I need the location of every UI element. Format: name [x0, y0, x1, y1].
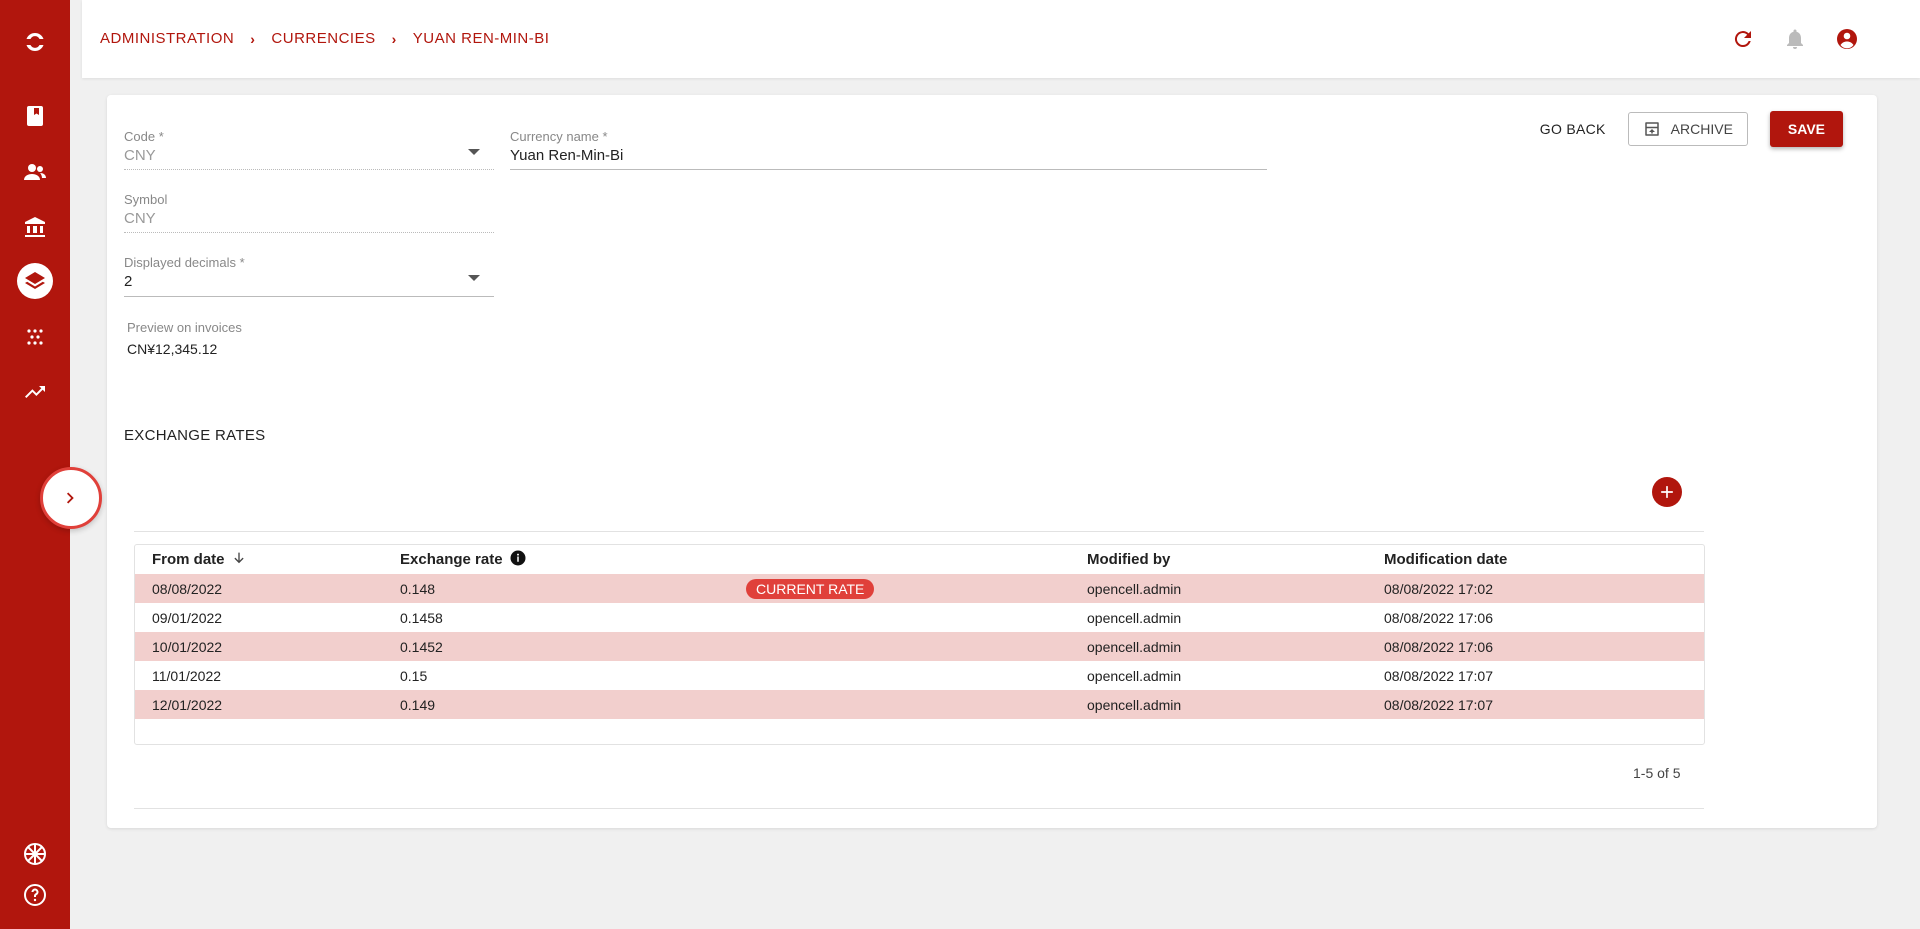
modification-date-cell: 08/08/2022 17:07	[1384, 696, 1493, 713]
table-row[interactable]: 12/01/2022 0.149 opencell.admin 08/08/20…	[135, 690, 1704, 719]
top-header: ADMINISTRATION › CURRENCIES › YUAN REN-M…	[82, 0, 1920, 78]
exchange-rates-title: EXCHANGE RATES	[124, 427, 266, 444]
exchange-rates-table: From date Exchange rate Modified by Modi…	[134, 544, 1705, 745]
refresh-icon[interactable]	[1730, 26, 1756, 52]
currency-name-field[interactable]: Currency name * Yuan Ren-Min-Bi	[510, 129, 1267, 170]
logo-icon[interactable]	[20, 27, 50, 57]
rate-cell: 0.1458	[400, 609, 443, 626]
modification-date-cell: 08/08/2022 17:02	[1384, 580, 1493, 597]
from-date-cell: 09/01/2022	[152, 609, 223, 626]
from-date-header-label: From date	[152, 551, 225, 568]
decimals-label: Displayed decimals *	[124, 255, 245, 270]
current-rate-badge-label: CURRENT RATE	[746, 578, 875, 599]
sort-arrow-down-icon[interactable]	[231, 550, 247, 570]
from-date-cell: 12/01/2022	[152, 696, 223, 713]
table-row[interactable]: 10/01/2022 0.1452 opencell.admin 08/08/2…	[135, 632, 1704, 661]
column-header-modified-by[interactable]: Modified by	[1087, 551, 1170, 568]
help-icon[interactable]	[20, 880, 50, 910]
code-label: Code *	[124, 129, 164, 144]
currency-name-label: Currency name *	[510, 129, 608, 144]
chevron-right-icon: ›	[391, 30, 397, 47]
save-button[interactable]: SAVE	[1769, 111, 1843, 147]
from-date-cell: 10/01/2022	[152, 638, 223, 655]
table-row[interactable]: 11/01/2022 0.15 opencell.admin 08/08/202…	[135, 661, 1704, 690]
divider	[134, 808, 1704, 809]
currency-name-value: Yuan Ren-Min-Bi	[510, 147, 624, 164]
displayed-decimals-select[interactable]: Displayed decimals * 2	[124, 255, 494, 297]
trending-up-icon[interactable]	[20, 377, 50, 407]
modified-by-cell: opencell.admin	[1087, 580, 1182, 597]
symbol-field[interactable]: Symbol CNY	[124, 192, 494, 233]
pagination-info: 1-5 of 5	[1633, 765, 1681, 781]
sidebar	[0, 0, 70, 929]
dots-icon[interactable]	[20, 322, 50, 352]
symbol-label: Symbol	[124, 192, 168, 207]
rate-cell: 0.1452	[400, 638, 443, 655]
sidebar-expand-button[interactable]	[40, 467, 102, 529]
modification-date-cell: 08/08/2022 17:06	[1384, 638, 1493, 655]
chevron-right-icon: ›	[250, 30, 256, 47]
archive-label: ARCHIVE	[1670, 121, 1733, 137]
archive-button[interactable]: ARCHIVE	[1627, 112, 1748, 146]
layers-icon[interactable]	[17, 263, 53, 299]
go-back-button[interactable]: GO BACK	[1540, 121, 1606, 137]
symbol-value: CNY	[124, 210, 156, 227]
table-row[interactable]: 09/01/2022 0.1458 opencell.admin 08/08/2…	[135, 603, 1704, 632]
breadcrumb-currencies[interactable]: CURRENCIES	[271, 30, 375, 47]
from-date-cell: 11/01/2022	[152, 667, 222, 684]
info-icon[interactable]	[509, 549, 527, 571]
form-actions: GO BACK ARCHIVE SAVE	[1540, 111, 1843, 147]
caret-down-icon	[468, 149, 480, 155]
caret-down-icon	[468, 275, 480, 281]
modified-by-cell: opencell.admin	[1087, 667, 1182, 684]
preview-label: Preview on invoices	[127, 320, 242, 335]
column-header-from-date[interactable]: From date	[152, 550, 247, 570]
divider	[134, 531, 1704, 532]
breadcrumb-current: YUAN REN-MIN-BI	[412, 30, 550, 47]
customers-icon[interactable]	[20, 157, 50, 187]
decimals-value: 2	[124, 273, 133, 290]
invoice-preview: Preview on invoices CN¥12,345.12	[127, 320, 497, 357]
exchange-rate-header-label: Exchange rate	[400, 551, 503, 568]
user-account-icon[interactable]	[1834, 26, 1860, 52]
bank-icon[interactable]	[20, 212, 50, 242]
bell-icon[interactable]	[1782, 26, 1808, 52]
modification-date-cell: 08/08/2022 17:06	[1384, 609, 1493, 626]
modified-by-cell: opencell.admin	[1087, 696, 1182, 713]
from-date-cell: 08/08/2022	[152, 580, 223, 597]
breadcrumb-administration[interactable]: ADMINISTRATION	[100, 30, 234, 47]
column-header-exchange-rate[interactable]: Exchange rate	[400, 549, 527, 571]
current-rate-badge: CURRENT RATE	[746, 578, 875, 599]
preview-value: CN¥12,345.12	[127, 341, 218, 357]
rate-cell: 0.15	[400, 667, 428, 684]
modification-date-cell: 08/08/2022 17:07	[1384, 667, 1493, 684]
rate-cell: 0.148	[400, 580, 436, 597]
table-row[interactable]: 08/08/2022 0.148 CURRENT RATE opencell.a…	[135, 574, 1704, 603]
archive-icon	[1644, 122, 1659, 136]
column-header-modification-date[interactable]: Modification date	[1384, 551, 1507, 568]
table-header-row: From date Exchange rate Modified by Modi…	[135, 545, 1704, 574]
breadcrumb: ADMINISTRATION › CURRENCIES › YUAN REN-M…	[100, 30, 549, 47]
chevron-right-icon	[66, 492, 74, 504]
currency-detail-card: Code * CNY Currency name * Yuan Ren-Min-…	[107, 95, 1877, 828]
code-value: CNY	[124, 147, 156, 164]
modified-by-cell: opencell.admin	[1087, 609, 1182, 626]
add-exchange-rate-button[interactable]	[1652, 477, 1682, 507]
book-icon[interactable]	[20, 101, 50, 131]
plus-icon	[1661, 486, 1673, 498]
code-select[interactable]: Code * CNY	[124, 129, 494, 170]
uk-flag-icon[interactable]	[20, 839, 50, 869]
rate-cell: 0.149	[400, 696, 436, 713]
modified-by-cell: opencell.admin	[1087, 638, 1182, 655]
